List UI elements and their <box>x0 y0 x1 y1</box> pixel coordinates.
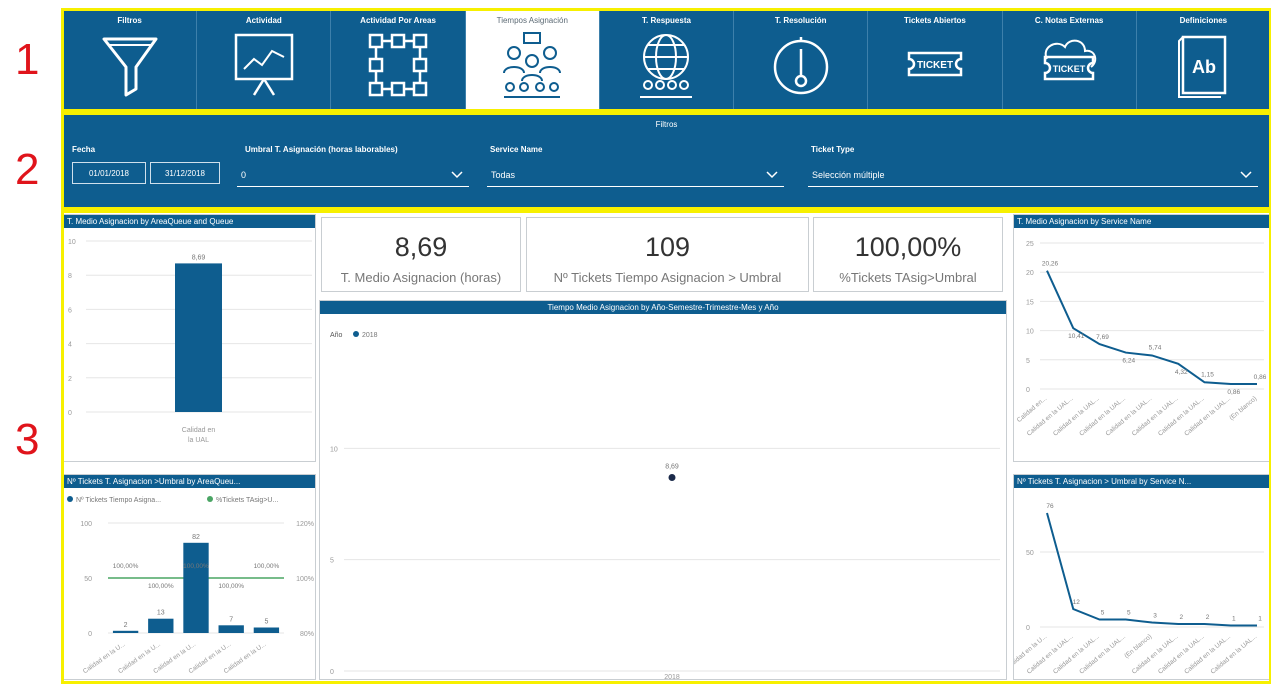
annotation-3: 3 <box>15 415 40 464</box>
annotation-2: 2 <box>15 145 40 194</box>
highlight-frame-filters <box>61 112 1271 210</box>
highlight-frame-nav <box>61 8 1271 112</box>
annotation-1: 1 <box>15 35 40 84</box>
highlight-frame-content <box>61 210 1271 684</box>
